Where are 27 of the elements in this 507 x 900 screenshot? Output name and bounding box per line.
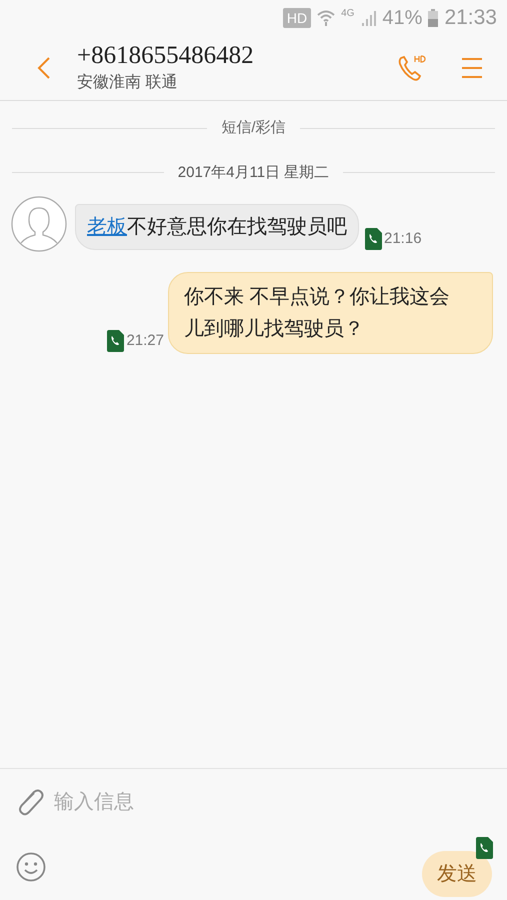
sim-phone-icon (365, 228, 382, 250)
sim-phone-icon (476, 836, 493, 858)
message-text: 你不来 不早点说？你让我这会儿到哪儿找驾驶员？ (184, 285, 451, 342)
battery-icon (428, 8, 438, 26)
message-time: 21:16 (384, 228, 422, 248)
sim-phone-icon (107, 330, 124, 352)
contact-number: +8618655486482 (77, 40, 254, 70)
message-text: 不好意思你在找驾驶员吧 (127, 215, 347, 240)
hd-badge: HD (282, 8, 312, 28)
message-time: 21:27 (126, 330, 164, 350)
keyword-link[interactable]: 老板 (87, 212, 127, 242)
signal-icon (360, 10, 376, 26)
message-input[interactable]: 输入信息 (54, 786, 491, 817)
clock: 21:33 (444, 4, 497, 31)
menu-icon (461, 56, 483, 78)
emoji-icon[interactable] (16, 852, 46, 882)
channel-label: 短信/彩信 (221, 118, 286, 138)
phone-hd-icon (397, 54, 427, 82)
back-icon (37, 56, 51, 80)
avatar-icon (11, 196, 67, 252)
date-separator: 2017年4月11日 星期二 (178, 162, 330, 182)
paperclip-icon[interactable] (16, 786, 44, 817)
contact-location: 安徽淮南 联通 (77, 72, 178, 92)
send-button[interactable]: 发送 (422, 851, 492, 898)
battery-percent: 41% (382, 6, 422, 30)
network-type: 4G (341, 7, 354, 21)
wifi-icon (317, 10, 336, 26)
